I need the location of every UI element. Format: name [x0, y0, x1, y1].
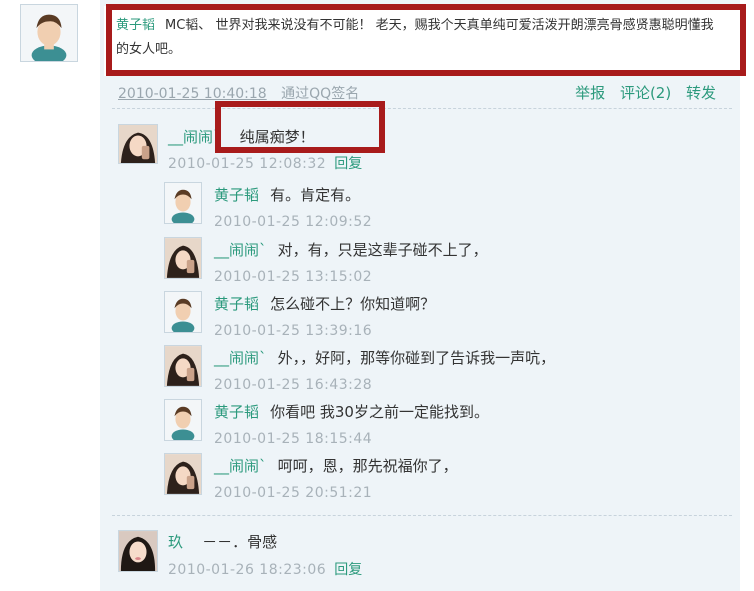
reply-line: __闹闹` 呵呵，恩，那先祝福你了，	[214, 455, 458, 476]
reply-text: 怎么碰不上？你知道啊？	[270, 295, 436, 313]
comment2-meta: 2010-01-26 18:23:06 回复	[168, 559, 362, 579]
girl-avatar-icon	[165, 238, 201, 278]
reply-time: 2010-01-25 16:43:28	[214, 377, 373, 393]
post-meta: 2010-01-25 10:40:18 通过QQ签名	[118, 83, 359, 103]
reply-time: 2010-01-25 13:39:16	[214, 323, 373, 339]
reply-line: 黄子韬 你看吧 我30岁之前一定能找到。	[214, 401, 489, 422]
reply-line: __闹闹` 外，，好阿，那等你碰到了告诉我一声吭，	[214, 347, 555, 368]
comment1-reply-button[interactable]: 回复	[334, 156, 362, 172]
reply-text: 外，，好阿，那等你碰到了告诉我一声吭，	[277, 349, 556, 367]
comment2-time: 2010-01-26 18:23:06	[168, 562, 327, 578]
boy-avatar-icon	[165, 400, 201, 440]
reply-author[interactable]: __闹闹`	[214, 241, 267, 259]
girl-avatar-icon	[165, 346, 201, 386]
comment2-avatar[interactable]	[118, 530, 158, 572]
reply-author[interactable]: __闹闹`	[214, 349, 267, 367]
reply-time: 2010-01-25 12:09:52	[214, 214, 373, 230]
comment1-avatar[interactable]	[118, 124, 158, 164]
girl-avatar-icon	[165, 454, 201, 494]
reply-avatar[interactable]	[164, 399, 202, 441]
reply-text: 呵呵，恩，那先祝福你了，	[277, 457, 458, 475]
comment2-text: －－．骨感	[202, 533, 278, 551]
highlight-box-post	[106, 4, 746, 76]
girl-avatar-icon	[119, 531, 157, 571]
reply-author[interactable]: 黄子韬	[214, 295, 259, 313]
post-time[interactable]: 2010-01-25 10:40:18	[118, 86, 267, 102]
comment-link[interactable]: 评论(2)	[620, 84, 671, 102]
reply-line: 黄子韬 有。肯定有。	[214, 184, 360, 205]
report-link[interactable]: 举报	[575, 84, 605, 102]
reply-line: __闹闹` 对，有，只是这辈子碰不上了，	[214, 239, 488, 260]
post-divider	[112, 108, 732, 109]
boy-avatar-icon	[165, 183, 201, 223]
comment2-author[interactable]: 玖	[168, 533, 183, 551]
girl-avatar-icon	[119, 125, 157, 163]
reply-author[interactable]: 黄子韬	[214, 186, 259, 204]
boy-avatar-icon	[165, 292, 201, 332]
boy-avatar-icon	[21, 5, 77, 61]
post-author-avatar[interactable]	[20, 4, 78, 62]
reply-author[interactable]: 黄子韬	[214, 403, 259, 421]
comment2-line: 玖 －－．骨感	[168, 531, 277, 552]
highlight-box-comment	[215, 101, 385, 153]
reply-text: 对，有，只是这辈子碰不上了，	[277, 241, 488, 259]
comment-divider	[112, 515, 732, 516]
reply-text: 你看吧 我30岁之前一定能找到。	[270, 403, 489, 421]
reply-time: 2010-01-25 20:51:21	[214, 485, 373, 501]
comment1-author[interactable]: __闹闹`	[168, 128, 221, 146]
reply-avatar[interactable]	[164, 291, 202, 333]
forward-link[interactable]: 转发	[686, 84, 716, 102]
comment1-meta: 2010-01-25 12:08:32 回复	[168, 153, 362, 173]
reply-line: 黄子韬 怎么碰不上？你知道啊？	[214, 293, 435, 314]
reply-author[interactable]: __闹闹`	[214, 457, 267, 475]
post-actions: 举报 评论(2) 转发	[569, 82, 716, 103]
reply-avatar[interactable]	[164, 453, 202, 495]
reply-avatar[interactable]	[164, 237, 202, 279]
comment1-time: 2010-01-25 12:08:32	[168, 156, 327, 172]
comment2-reply-button[interactable]: 回复	[334, 562, 362, 578]
reply-text: 有。肯定有。	[270, 186, 361, 204]
reply-avatar[interactable]	[164, 182, 202, 224]
reply-avatar[interactable]	[164, 345, 202, 387]
reply-time: 2010-01-25 13:15:02	[214, 269, 373, 285]
post-via: 通过QQ签名	[281, 86, 360, 102]
reply-time: 2010-01-25 18:15:44	[214, 431, 373, 447]
